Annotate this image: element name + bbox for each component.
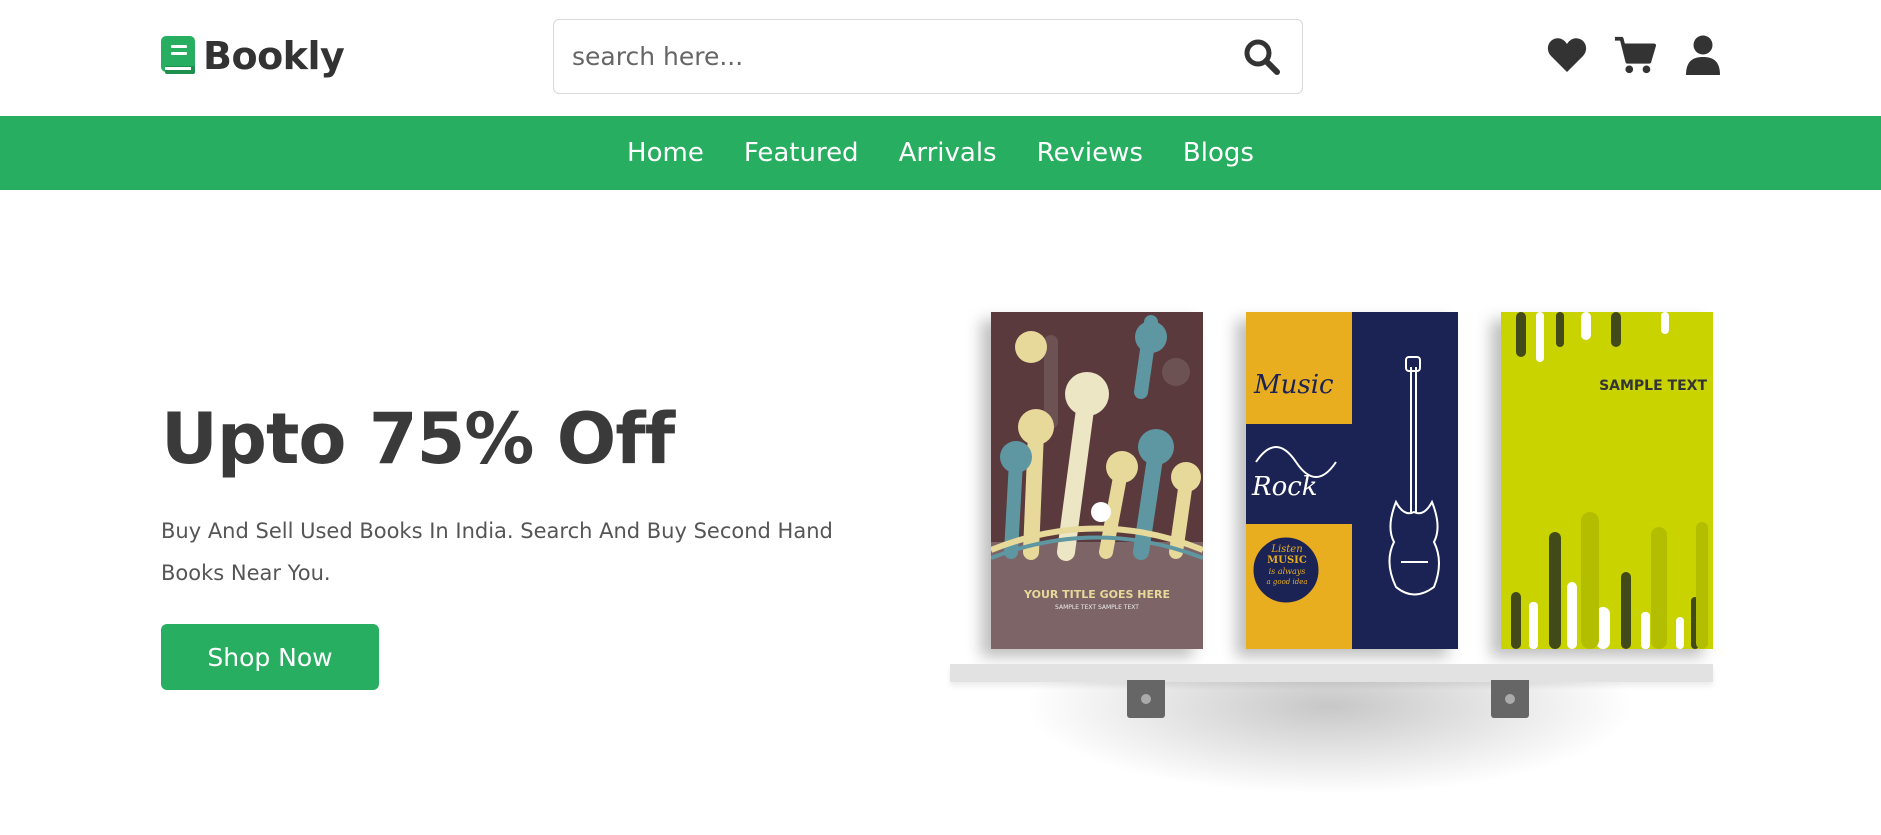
search-form [553,19,1303,94]
shelf-bracket-right [1491,680,1529,718]
book-icon [161,36,195,74]
badge-line-3: is always [1268,567,1306,576]
cart-icon [1614,36,1656,74]
hero-description: Buy And Sell Used Books In India. Search… [161,519,833,585]
bookshelf [950,664,1713,682]
nav-item-home[interactable]: Home [627,138,704,168]
nav-item-featured[interactable]: Featured [744,138,859,168]
search-input[interactable] [554,20,1222,93]
badge-line-4: a good idea [1266,578,1308,586]
badge-line-2: MUSIC [1267,555,1307,566]
book-1-title: YOUR TITLE GOES HERE [1024,588,1170,601]
book-2-word-music: Music [1254,370,1334,400]
shelf-shadow [1000,682,1660,802]
account-button[interactable] [1682,34,1724,76]
brand-name: Bookly [203,34,345,78]
nav-item-blogs[interactable]: Blogs [1183,138,1254,168]
search-button[interactable] [1222,20,1302,93]
book-cover-hands[interactable]: YOUR TITLE GOES HERE SAMPLE TEXT SAMPLE … [991,312,1203,649]
book-cover-lime[interactable]: SAMPLE TEXT [1501,312,1713,649]
cart-button[interactable] [1614,34,1656,76]
books-showcase: YOUR TITLE GOES HERE SAMPLE TEXT SAMPLE … [940,300,1720,820]
user-icon [1686,35,1720,75]
shop-now-button[interactable]: Shop Now [161,624,379,690]
badge-line-1: Listen [1271,544,1303,555]
stripes-illustration [1501,312,1713,649]
search-icon [1244,39,1280,75]
book-2-word-rock: Rock [1252,472,1318,502]
header-icons [1546,34,1724,76]
header: Bookly [0,0,1881,116]
logo-link[interactable]: Bookly [161,34,345,78]
hero-title: Upto 75% Off [161,398,675,480]
shelf-bracket-left [1127,680,1165,718]
nav-item-arrivals[interactable]: Arrivals [899,138,997,168]
book-cover-music[interactable]: Music Rock Listen MUSIC is always a good… [1246,312,1458,649]
nav-item-reviews[interactable]: Reviews [1037,138,1143,168]
navbar: Home Featured Arrivals Reviews Blogs [0,116,1881,190]
book-3-title: SAMPLE TEXT [1599,378,1707,394]
heart-icon [1547,38,1587,72]
book-1-subtitle: SAMPLE TEXT SAMPLE TEXT [1055,604,1139,611]
wishlist-button[interactable] [1546,34,1588,76]
book-2-badge: Listen MUSIC is always a good idea [1254,544,1320,588]
